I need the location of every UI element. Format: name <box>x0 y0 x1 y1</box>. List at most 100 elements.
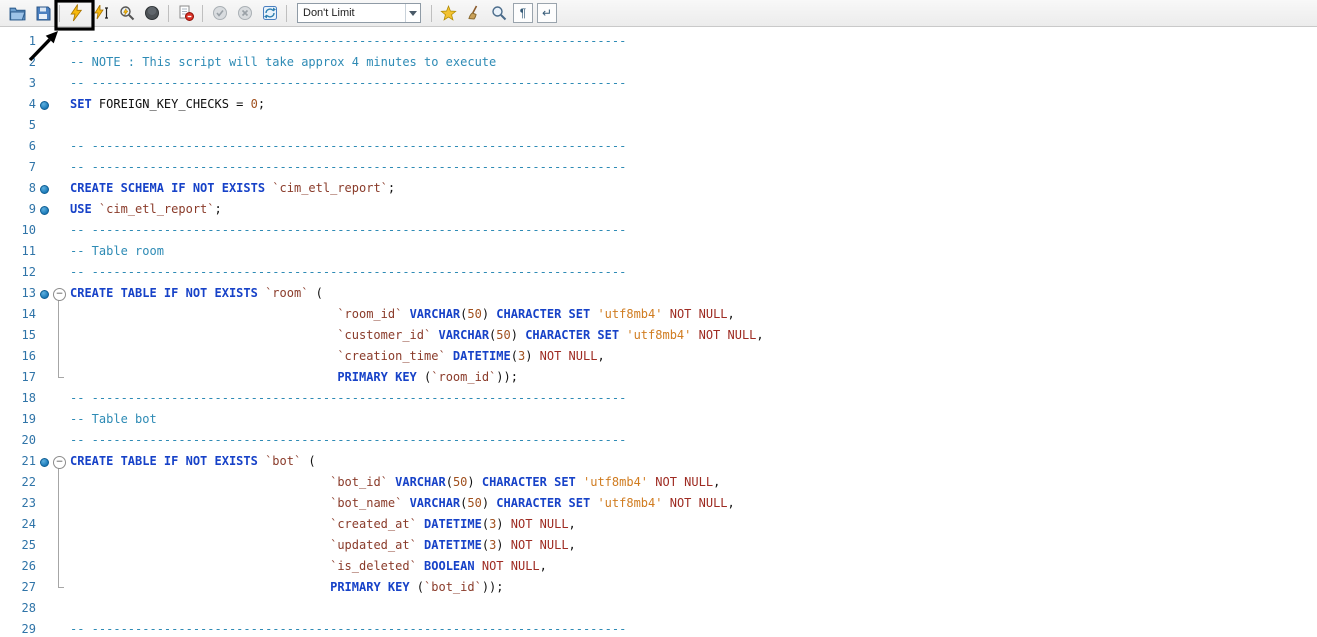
explain-plan-button[interactable] <box>115 2 138 24</box>
line-number: 10 <box>0 220 36 241</box>
fold-gutter <box>52 619 70 637</box>
fold-gutter <box>52 598 70 619</box>
marker-gutter <box>36 157 52 178</box>
marker-gutter <box>36 115 52 136</box>
sql-code-editor[interactable]: 1-- ------------------------------------… <box>0 27 1317 637</box>
marker-gutter <box>36 136 52 157</box>
line-number: 11 <box>0 241 36 262</box>
fold-gutter <box>52 31 70 52</box>
marker-gutter <box>36 388 52 409</box>
code-line[interactable]: 22 `bot_id` VARCHAR(50) CHARACTER SET 'u… <box>0 472 1317 493</box>
code-text: -- -------------------------------------… <box>70 262 626 283</box>
code-line[interactable]: 5 <box>0 115 1317 136</box>
line-number: 20 <box>0 430 36 451</box>
wrap-text-toggle[interactable]: ↵ <box>537 3 557 23</box>
fold-gutter <box>52 262 70 283</box>
stop-on-error-icon <box>178 5 194 21</box>
fold-toggle[interactable] <box>52 451 70 472</box>
code-line[interactable]: 14 `room_id` VARCHAR(50) CHARACTER SET '… <box>0 304 1317 325</box>
code-line[interactable]: 1-- ------------------------------------… <box>0 31 1317 52</box>
code-line[interactable]: 16 `creation_time` DATETIME(3) NOT NULL, <box>0 346 1317 367</box>
code-line[interactable]: 2-- NOTE : This script will take approx … <box>0 52 1317 73</box>
code-line[interactable]: 19-- Table bot <box>0 409 1317 430</box>
line-number: 6 <box>0 136 36 157</box>
line-number: 18 <box>0 388 36 409</box>
code-line[interactable]: 18-- -----------------------------------… <box>0 388 1317 409</box>
code-line[interactable]: 7-- ------------------------------------… <box>0 157 1317 178</box>
fold-gutter <box>52 472 70 493</box>
code-text: -- -------------------------------------… <box>70 430 626 451</box>
chevron-down-icon <box>405 4 420 22</box>
statement-marker <box>36 451 52 472</box>
code-line[interactable]: 25 `updated_at` DATETIME(3) NOT NULL, <box>0 535 1317 556</box>
marker-gutter <box>36 325 52 346</box>
marker-gutter <box>36 472 52 493</box>
code-text: CREATE TABLE IF NOT EXISTS `room` ( <box>70 283 323 304</box>
code-line[interactable]: 20 -- -----------------------------------… <box>0 430 1317 451</box>
code-line[interactable]: 6-- ------------------------------------… <box>0 136 1317 157</box>
magnifier-icon <box>491 5 507 21</box>
code-line[interactable]: 24 `created_at` DATETIME(3) NOT NULL, <box>0 514 1317 535</box>
code-line[interactable]: 26 `is_deleted` BOOLEAN NOT NULL, <box>0 556 1317 577</box>
statement-marker <box>36 199 52 220</box>
line-number: 26 <box>0 556 36 577</box>
line-number: 27 <box>0 577 36 598</box>
code-line[interactable]: 27 PRIMARY KEY (`bot_id`)); <box>0 577 1317 598</box>
fold-gutter <box>52 430 70 451</box>
toolbar-separator <box>202 5 203 22</box>
lightning-icon <box>68 4 85 22</box>
code-line[interactable]: 12-- -----------------------------------… <box>0 262 1317 283</box>
save-script-button[interactable] <box>31 2 54 24</box>
execute-script-button[interactable] <box>65 2 88 24</box>
magnifier-lightning-icon <box>119 5 135 21</box>
limit-rows-dropdown[interactable]: Don't Limit <box>297 3 421 23</box>
invisible-chars-toggle[interactable]: ¶ <box>513 3 533 23</box>
autocommit-toggle[interactable] <box>258 2 281 24</box>
code-line[interactable]: 17 PRIMARY KEY (`room_id`)); <box>0 367 1317 388</box>
stop-on-error-toggle[interactable] <box>174 2 197 24</box>
code-text: SET FOREIGN_KEY_CHECKS = 0; <box>70 94 265 115</box>
find-button[interactable] <box>487 2 510 24</box>
broom-icon <box>466 5 482 21</box>
code-text: -- -------------------------------------… <box>70 220 626 241</box>
code-text: `customer_id` VARCHAR(50) CHARACTER SET … <box>70 325 764 346</box>
code-line[interactable]: 29-- -----------------------------------… <box>0 619 1317 637</box>
code-line[interactable]: 21CREATE TABLE IF NOT EXISTS `bot` ( <box>0 451 1317 472</box>
code-text: -- -------------------------------------… <box>70 73 626 94</box>
line-number: 13 <box>0 283 36 304</box>
line-number: 22 <box>0 472 36 493</box>
fold-gutter <box>52 241 70 262</box>
open-script-button[interactable] <box>6 2 29 24</box>
code-line[interactable]: 4SET FOREIGN_KEY_CHECKS = 0; <box>0 94 1317 115</box>
code-line[interactable]: 9USE `cim_etl_report`; <box>0 199 1317 220</box>
code-text: `room_id` VARCHAR(50) CHARACTER SET 'utf… <box>70 304 735 325</box>
code-line[interactable]: 10 -- -----------------------------------… <box>0 220 1317 241</box>
fold-gutter <box>52 94 70 115</box>
code-line[interactable]: 11 -- Table room <box>0 241 1317 262</box>
fold-toggle[interactable] <box>52 283 70 304</box>
line-number: 14 <box>0 304 36 325</box>
code-line[interactable]: 23 `bot_name` VARCHAR(50) CHARACTER SET … <box>0 493 1317 514</box>
star-icon <box>440 5 457 22</box>
code-line[interactable]: 15 `customer_id` VARCHAR(50) CHARACTER S… <box>0 325 1317 346</box>
code-line[interactable]: 3-- ------------------------------------… <box>0 73 1317 94</box>
code-line[interactable]: 13 CREATE TABLE IF NOT EXISTS `room` ( <box>0 283 1317 304</box>
code-text: `bot_name` VARCHAR(50) CHARACTER SET 'ut… <box>70 493 735 514</box>
code-text: CREATE SCHEMA IF NOT EXISTS `cim_etl_rep… <box>70 178 395 199</box>
execute-current-statement-button[interactable] <box>90 2 113 24</box>
fold-gutter <box>52 514 70 535</box>
code-line[interactable]: 28 <box>0 598 1317 619</box>
commit-button[interactable] <box>208 2 231 24</box>
fold-gutter <box>52 178 70 199</box>
cleanup-button[interactable] <box>462 2 485 24</box>
code-line[interactable]: 8CREATE SCHEMA IF NOT EXISTS `cim_etl_re… <box>0 178 1317 199</box>
beautify-script-button[interactable] <box>437 2 460 24</box>
line-number: 16 <box>0 346 36 367</box>
line-number: 24 <box>0 514 36 535</box>
fold-gutter <box>52 367 70 388</box>
fold-gutter <box>52 535 70 556</box>
stop-query-button[interactable] <box>140 2 163 24</box>
marker-gutter <box>36 514 52 535</box>
rollback-button[interactable] <box>233 2 256 24</box>
code-text: -- Table room <box>70 241 164 262</box>
